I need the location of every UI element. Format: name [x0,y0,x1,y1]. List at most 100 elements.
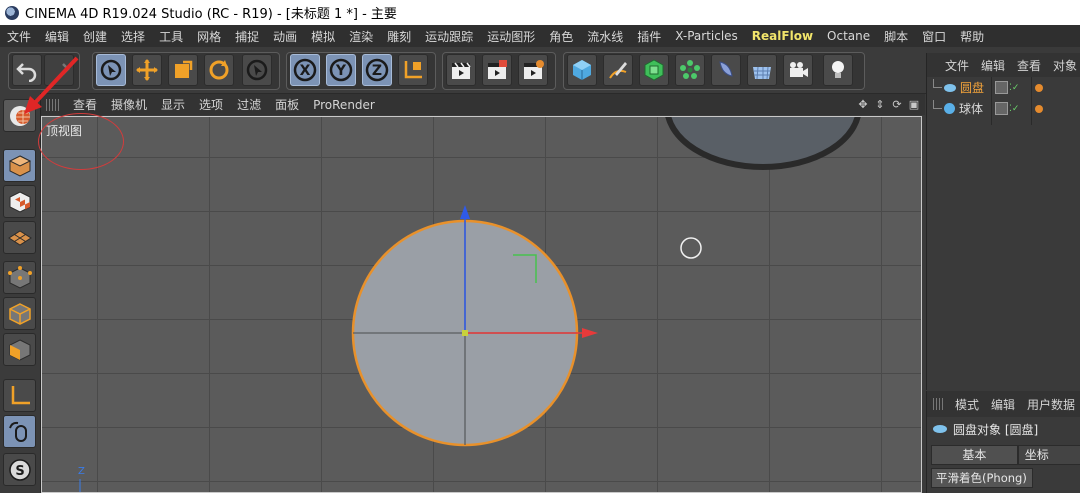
clapper-gear-icon [524,60,544,79]
menu-snap[interactable]: 捕捉 [228,28,266,45]
maximize-icon[interactable]: ▣ [907,97,921,111]
cloner-icon [680,60,700,79]
layer-icon[interactable] [995,81,1008,94]
viewport-menu-camera[interactable]: 摄像机 [104,96,154,113]
live-select-button[interactable] [96,54,126,86]
render-picture-viewer-button[interactable] [482,54,512,86]
workplane-mode-button[interactable] [3,221,36,254]
viewport-menu-prorender[interactable]: ProRender [306,98,382,112]
menu-character[interactable]: 角色 [542,28,580,45]
rotate-button[interactable] [204,54,234,86]
viewport-menu-filter[interactable]: 过滤 [230,96,268,113]
pan-icon[interactable]: ✥ [856,97,870,111]
tab-basic[interactable]: 基本 [931,445,1018,465]
am-menu-edit[interactable]: 编辑 [985,396,1021,413]
mograph-button[interactable] [675,54,705,86]
sphere-object[interactable] [665,117,861,170]
menu-simulate[interactable]: 模拟 [304,28,342,45]
layer-icon[interactable] [995,102,1008,115]
menu-help[interactable]: 帮助 [953,28,991,45]
menu-render[interactable]: 渲染 [342,28,380,45]
menu-plugins[interactable]: 插件 [630,28,668,45]
axis-mode-button[interactable] [3,379,36,412]
pen-button[interactable] [603,54,633,86]
viewport-menu-display[interactable]: 显示 [154,96,192,113]
menu-realflow[interactable]: RealFlow [745,29,820,43]
object-name[interactable]: 圆盘 [960,79,1000,96]
gizmo-center[interactable] [462,330,468,336]
x-axis-button[interactable]: X [290,54,320,86]
move-button[interactable] [132,54,162,86]
render-view-button[interactable] [446,54,476,86]
am-menu-mode[interactable]: 模式 [949,396,985,413]
tag-icon[interactable] [1035,83,1043,92]
camera-button[interactable] [783,54,813,86]
attribute-manager-menu: 模式 编辑 用户数据 [927,391,1080,417]
menu-sculpt[interactable]: 雕刻 [380,28,418,45]
phong-tag-tab[interactable]: 平滑着色(Phong) [931,468,1033,488]
z-axis-arrow-icon[interactable] [460,205,470,219]
om-menu-edit[interactable]: 编辑 [975,57,1011,74]
dolly-icon[interactable]: ⇕ [873,97,887,111]
menu-tools[interactable]: 工具 [152,28,190,45]
cube-button[interactable] [567,54,597,86]
deformer-button[interactable] [711,54,741,86]
check-icon[interactable]: ⁚✓ [1009,83,1019,93]
sphere-icon [944,103,955,114]
render-settings-button[interactable] [518,54,548,86]
object-row-sphere[interactable]: 球体 ⁚✓ [927,98,1080,119]
orbit-icon[interactable]: ⟳ [890,97,904,111]
object-row-disc[interactable]: 圆盘 ⁚✓ [927,77,1080,98]
tag-icon[interactable] [1035,104,1043,113]
menu-window[interactable]: 窗口 [915,28,953,45]
model-mode-button[interactable] [3,149,36,182]
am-menu-userdata[interactable]: 用户数据 [1021,396,1080,413]
tab-coordinates[interactable]: 坐标 [1017,445,1080,465]
axis-l-icon [11,385,30,404]
subdivision-button[interactable] [639,54,669,86]
y-axis-button[interactable]: Y [326,54,356,86]
points-mode-button[interactable] [3,261,36,294]
menu-motion-tracking[interactable]: 运动跟踪 [418,28,480,45]
check-icon[interactable]: ⁚✓ [1009,104,1019,114]
menu-pipeline[interactable]: 流水线 [580,28,630,45]
menu-create[interactable]: 创建 [76,28,114,45]
coordinate-system-button[interactable] [398,54,428,86]
panel-grip-icon[interactable] [933,398,943,410]
texture-mode-button[interactable] [3,185,36,218]
menu-edit[interactable]: 编辑 [38,28,76,45]
environment-button[interactable] [747,54,777,86]
viewport-menu-panel[interactable]: 面板 [268,96,306,113]
deformer-icon [719,61,733,77]
live-select-icon [100,59,122,81]
coordinate-system-icon [404,61,422,79]
edges-mode-button[interactable] [3,297,36,330]
solo-button[interactable]: S [3,453,36,486]
light-button[interactable] [823,54,853,86]
om-menu-file[interactable]: 文件 [939,57,975,74]
svg-text:Y: Y [335,63,347,79]
polygons-mode-button[interactable] [3,333,36,366]
annotation-arrow-icon [24,56,79,114]
svg-text:X: X [300,63,311,79]
menu-select[interactable]: 选择 [114,28,152,45]
menu-file[interactable]: 文件 [0,28,38,45]
menu-animate[interactable]: 动画 [266,28,304,45]
menu-mograph[interactable]: 运动图形 [480,28,542,45]
z-axis-icon: Z [365,58,389,82]
menu-octane[interactable]: Octane [820,29,877,43]
menu-x-particles[interactable]: X-Particles [668,29,745,43]
z-axis-button[interactable]: Z [362,54,392,86]
viewport-menu-options[interactable]: 选项 [192,96,230,113]
om-menu-object[interactable]: 对象 [1047,57,1080,74]
camera-icon [790,62,808,77]
object-name[interactable]: 球体 [959,100,999,117]
x-axis-arrow-icon[interactable] [582,328,598,338]
3d-viewport[interactable]: Z [41,116,922,493]
menu-mesh[interactable]: 网格 [190,28,228,45]
om-menu-view[interactable]: 查看 [1011,57,1047,74]
recent-tool-button[interactable] [242,54,272,86]
tweak-mode-button[interactable] [3,415,36,448]
menu-script[interactable]: 脚本 [877,28,915,45]
scale-button[interactable] [168,54,198,86]
